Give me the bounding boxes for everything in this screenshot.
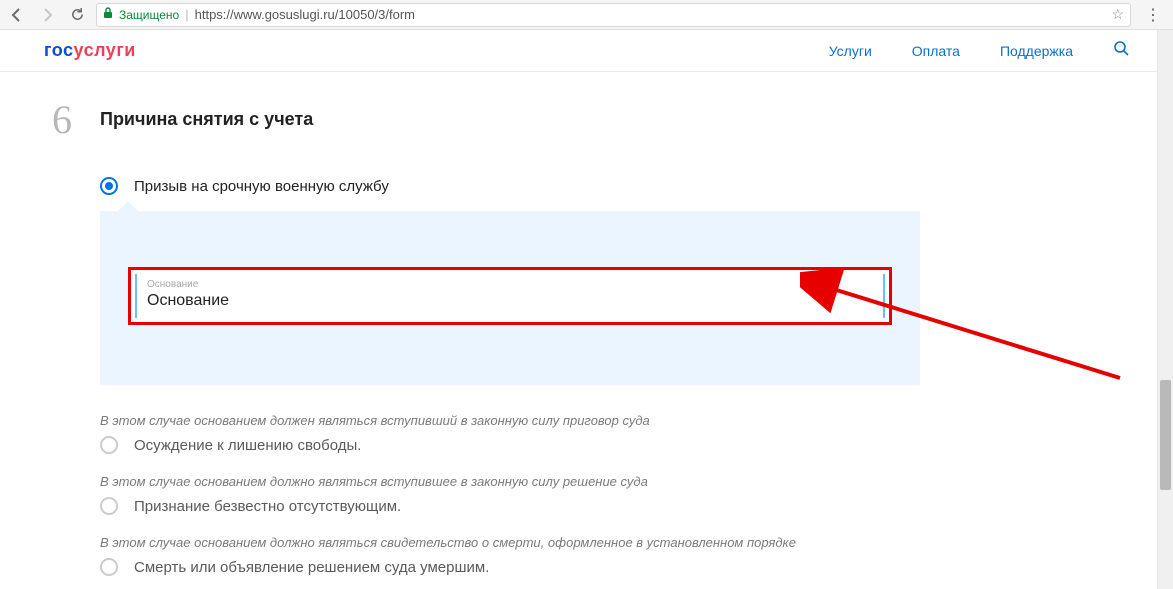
vertical-scrollbar[interactable] (1157, 30, 1173, 589)
url-text: https://www.gosuslugi.ru/10050/3/form (195, 7, 1106, 22)
option-note: В этом случае основанием должно являться… (100, 535, 920, 550)
form-content: 6 Причина снятия с учета Призыв на срочн… (0, 72, 1173, 576)
option-block-conviction: В этом случае основанием должен являться… (100, 413, 920, 454)
site-logo[interactable]: госуслуги (44, 40, 136, 61)
browser-menu-icon[interactable]: ⋮ (1139, 5, 1167, 25)
logo-part-blue: гос (44, 40, 74, 60)
radio-icon (100, 436, 118, 454)
radio-icon (100, 177, 118, 195)
secure-label: Защищено (119, 8, 179, 22)
lock-icon (103, 7, 113, 22)
basis-field[interactable]: Основание (135, 274, 885, 318)
back-button[interactable] (6, 4, 28, 26)
step-title: Причина снятия с учета (100, 109, 313, 130)
step-number: 6 (44, 96, 80, 143)
option-block-missing: В этом случае основанием должно являться… (100, 474, 920, 515)
highlighted-field: Основание (128, 267, 892, 325)
radio-label: Смерть или объявление решением суда умер… (134, 559, 489, 576)
bookmark-star-icon[interactable]: ☆ (1111, 6, 1124, 23)
step-header: 6 Причина снятия с учета (44, 96, 1129, 143)
radio-icon (100, 497, 118, 515)
forward-button (36, 4, 58, 26)
reason-details-panel: Основание (100, 211, 920, 385)
nav-support[interactable]: Поддержка (1000, 43, 1073, 59)
option-note: В этом случае основанием должно являться… (100, 474, 920, 489)
radio-label: Признание безвестно отсутствующим. (134, 498, 401, 515)
option-note: В этом случае основанием должен являться… (100, 413, 920, 428)
radio-option-conviction[interactable]: Осуждение к лишению свободы. (100, 436, 920, 454)
radio-option-death[interactable]: Смерть или объявление решением суда умер… (100, 558, 920, 576)
radio-label: Осуждение к лишению свободы. (134, 437, 361, 454)
browser-toolbar: Защищено | https://www.gosuslugi.ru/1005… (0, 0, 1173, 30)
reload-button[interactable] (66, 4, 88, 26)
search-icon[interactable] (1113, 40, 1129, 61)
url-separator: | (185, 7, 188, 22)
option-block-death: В этом случае основанием должно являться… (100, 535, 920, 576)
logo-part-red: услуги (74, 40, 136, 60)
nav-payment[interactable]: Оплата (912, 43, 960, 59)
radio-option-missing[interactable]: Признание безвестно отсутствующим. (100, 497, 920, 515)
scrollbar-thumb[interactable] (1160, 380, 1171, 490)
basis-input[interactable] (147, 290, 873, 310)
primary-nav: Услуги Оплата Поддержка (829, 40, 1129, 61)
site-header: госуслуги Услуги Оплата Поддержка (0, 30, 1173, 72)
address-bar[interactable]: Защищено | https://www.gosuslugi.ru/1005… (96, 3, 1131, 27)
radio-icon (100, 558, 118, 576)
nav-services[interactable]: Услуги (829, 43, 872, 59)
field-small-label: Основание (147, 280, 873, 290)
radio-label: Призыв на срочную военную службу (134, 178, 389, 195)
reason-options: Призыв на срочную военную службу Основан… (100, 177, 920, 576)
radio-option-military[interactable]: Призыв на срочную военную службу (100, 177, 920, 195)
